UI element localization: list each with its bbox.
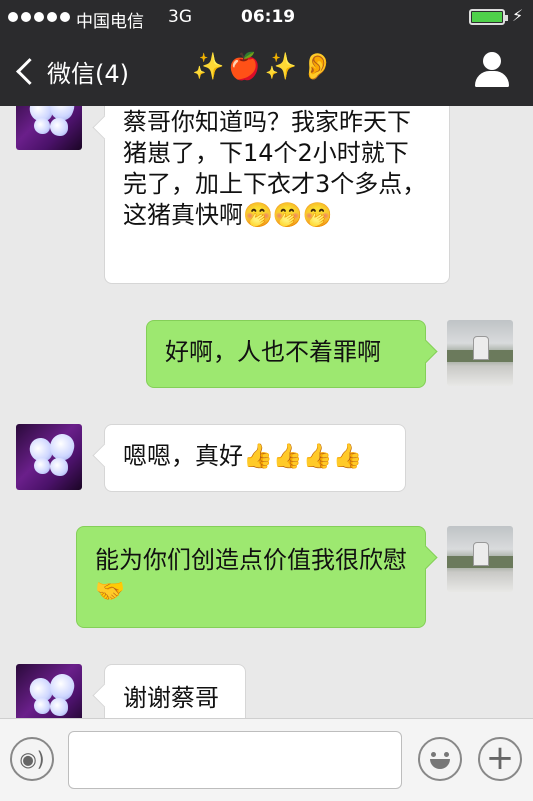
nav-bar: 微信(4) ✨🍎✨👂 — [0, 36, 533, 106]
contact-avatar[interactable] — [16, 664, 82, 718]
message-bubble-outgoing[interactable]: 好啊，人也不着罪啊 — [146, 320, 426, 388]
back-label: 微信(4) — [47, 60, 129, 88]
input-bar: ◉) + — [0, 718, 533, 801]
voice-icon[interactable]: ◉) — [10, 737, 54, 781]
message-text: 嗯嗯，真好👍👍👍👍 — [123, 442, 363, 470]
carrier-label: 中国电信 — [76, 12, 144, 32]
status-bar: 中国电信 3G 06:19 ⚡ — [0, 0, 533, 36]
chat-title: ✨🍎✨👂 — [192, 52, 338, 82]
message-bubble-incoming[interactable]: 嗯嗯，真好👍👍👍👍 — [104, 424, 406, 492]
message-bubble-outgoing[interactable]: 能为你们创造点价值我很欣慰🤝 — [76, 526, 426, 628]
message-list[interactable]: 蔡哥你知道吗？我家昨天下猪崽了，下14个2小时就下完了，加上下衣才3个多点，这猪… — [0, 106, 533, 718]
emoji-icon[interactable] — [418, 737, 462, 781]
back-button[interactable]: 微信(4) — [14, 54, 129, 89]
chat-info-button[interactable] — [472, 50, 512, 90]
person-icon-body — [475, 71, 509, 87]
message-text: 好啊，人也不着罪啊 — [165, 338, 381, 366]
my-avatar[interactable] — [447, 320, 513, 386]
contact-avatar[interactable] — [16, 106, 82, 150]
plus-icon[interactable]: + — [478, 737, 522, 781]
contact-avatar[interactable] — [16, 424, 82, 490]
message-bubble-incoming[interactable]: 蔡哥你知道吗？我家昨天下猪崽了，下14个2小时就下完了，加上下衣才3个多点，这猪… — [104, 106, 450, 284]
message-text: 谢谢蔡哥 — [123, 684, 219, 712]
battery-level — [472, 12, 502, 22]
charging-icon: ⚡ — [512, 6, 524, 25]
clock: 06:19 — [241, 7, 296, 27]
message-bubble-incoming[interactable]: 谢谢蔡哥 — [104, 664, 246, 718]
message-text: 蔡哥你知道吗？我家昨天下猪崽了，下14个2小时就下完了，加上下衣才3个多点，这猪… — [123, 108, 427, 229]
network-type: 3G — [168, 7, 192, 27]
person-icon-head — [483, 52, 501, 70]
message-text: 能为你们创造点价值我很欣慰🤝 — [95, 546, 407, 605]
signal-strength-icon — [8, 12, 70, 22]
message-input[interactable] — [68, 731, 402, 789]
battery-icon — [469, 9, 508, 25]
my-avatar[interactable] — [447, 526, 513, 592]
chevron-left-icon — [16, 58, 43, 85]
